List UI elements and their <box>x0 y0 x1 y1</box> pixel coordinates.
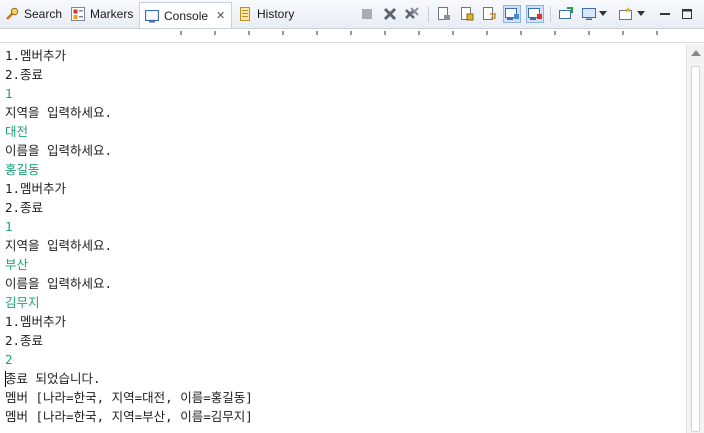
close-icon[interactable]: ✕ <box>216 9 225 22</box>
console-input-line: 2 <box>5 352 13 367</box>
console-input-line: 1 <box>5 219 13 234</box>
text-caret <box>5 371 6 387</box>
tab-markers[interactable]: Markers <box>70 3 133 25</box>
scroll-up-arrow-icon[interactable] <box>691 50 701 56</box>
console-input-line: 부산 <box>5 257 29 272</box>
remove-all-terminated-icon[interactable] <box>403 5 421 23</box>
console-output-line: 멤버 [나라=한국, 지역=대전, 이름=홍길동] <box>5 390 253 405</box>
display-console-icon[interactable] <box>580 5 598 23</box>
open-console-dropdown-icon[interactable] <box>635 5 647 23</box>
show-on-stdout-icon[interactable] <box>503 5 521 23</box>
console-output-line: 이름을 입력하세요. <box>5 276 113 291</box>
show-on-stderr-icon[interactable] <box>526 5 544 23</box>
scrollbar-thumb[interactable] <box>691 66 700 432</box>
toolbar-separator <box>428 6 429 22</box>
console-output-line: 2.종료 <box>5 200 44 215</box>
tab-history[interactable]: History <box>237 3 294 25</box>
tab-search-label: Search <box>24 7 63 21</box>
clear-console-icon[interactable] <box>435 5 453 23</box>
console-description-strip <box>0 29 704 43</box>
console-output-line: 1.멤버추가 <box>5 181 67 196</box>
console-output-line: 멤버 [나라=한국, 지역=부산, 이름=김무지] <box>5 409 253 424</box>
console-input-line: 대전 <box>5 124 29 139</box>
console-input-line: 1 <box>5 86 13 101</box>
console-output-line: 이름을 입력하세요. <box>5 143 113 158</box>
markers-icon <box>70 6 86 22</box>
console-input-line: 김무지 <box>5 295 40 310</box>
vertical-scrollbar[interactable] <box>686 44 704 433</box>
console-output-line: 2.종료 <box>5 67 44 82</box>
tab-markers-label: Markers <box>90 7 134 21</box>
word-wrap-icon[interactable] <box>480 5 498 23</box>
history-icon <box>237 6 253 22</box>
scroll-lock-icon[interactable] <box>458 5 476 23</box>
console-output-line: 지역을 입력하세요. <box>5 105 113 120</box>
search-icon <box>4 6 20 22</box>
tab-console-label: Console <box>164 8 209 23</box>
console-output-line: 1.멤버추가 <box>5 48 67 63</box>
pin-console-icon[interactable] <box>557 5 575 23</box>
remove-launch-icon[interactable] <box>381 5 399 23</box>
console-icon <box>144 8 160 24</box>
console-output-line: 2.종료 <box>5 333 44 348</box>
toolbar-separator <box>550 6 551 22</box>
console-output-line: 1.멤버추가 <box>5 314 67 329</box>
console-output-line: 지역을 입력하세요. <box>5 238 113 253</box>
clipped-text-fragment <box>180 31 660 35</box>
console-input-line: 홍길동 <box>5 162 40 177</box>
tab-console[interactable]: Console ✕ <box>139 2 233 28</box>
stop-icon[interactable] <box>358 5 376 23</box>
display-console-dropdown-icon[interactable] <box>597 5 609 23</box>
maximize-icon[interactable] <box>678 5 696 23</box>
tab-history-label: History <box>257 7 295 21</box>
minimize-icon[interactable] <box>656 5 674 23</box>
open-console-icon[interactable] <box>617 5 635 23</box>
view-tab-bar: Search Markers Console ✕ History <box>0 0 704 29</box>
console-output[interactable]: 1.멤버추가 2.종료 1 지역을 입력하세요. 대전이름을 입력하세요. 홍길동 1.멤버… <box>0 44 686 433</box>
tab-search[interactable]: Search <box>4 3 62 25</box>
console-output-line: 종료 되었습니다. <box>5 371 101 386</box>
